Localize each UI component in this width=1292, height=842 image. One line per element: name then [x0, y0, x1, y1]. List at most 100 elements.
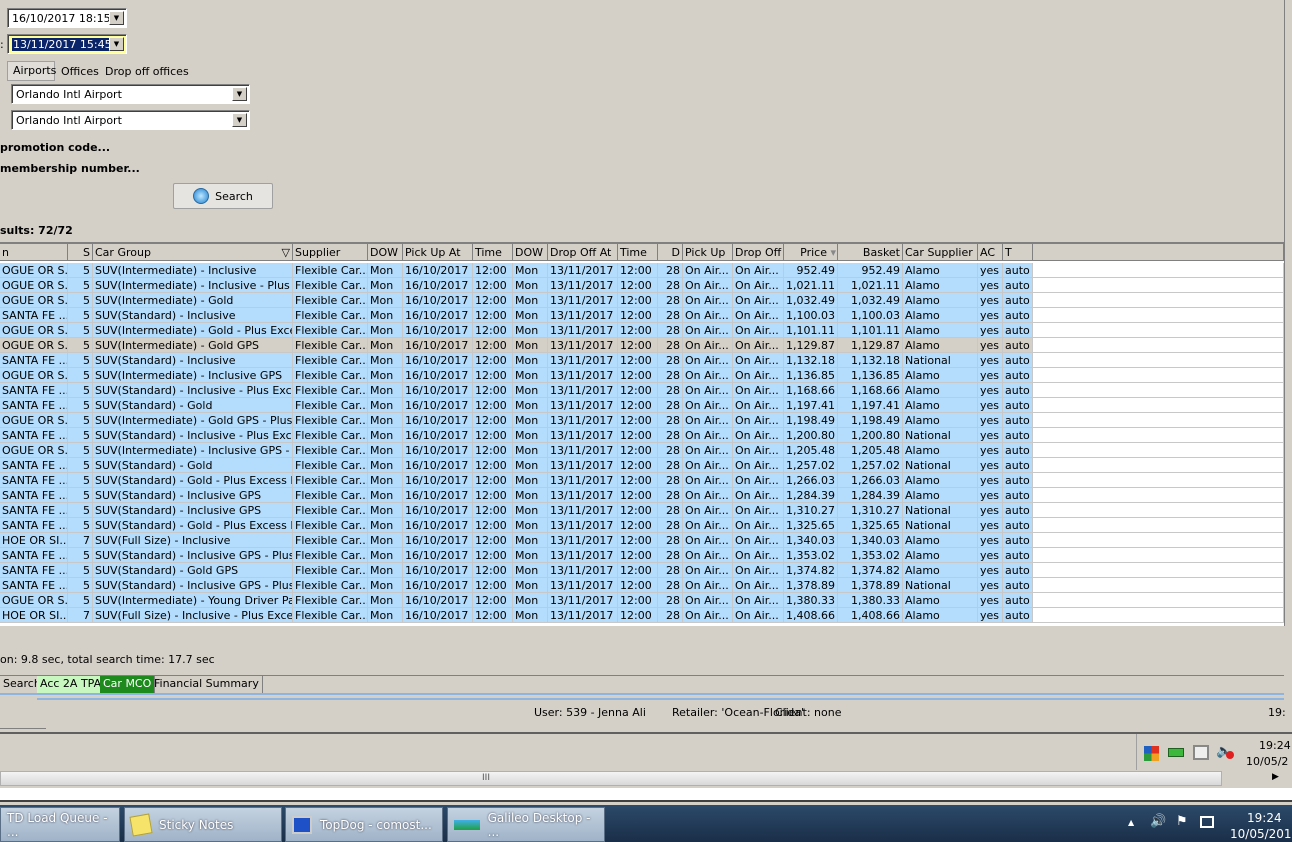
table-row[interactable]: OGUE OR S... 5 SUV(Intermediate) - Gold GP… — [0, 413, 1284, 428]
divider — [1136, 734, 1137, 770]
tab-airports[interactable]: Airports — [7, 61, 56, 81]
table-row[interactable]: SANTA FE ... 5 SUV(Standard) - Gold Flexibl… — [0, 398, 1284, 413]
column-header-dropoff-location[interactable]: Drop Off — [733, 244, 784, 261]
table-row[interactable]: OGUE OR S... 5 SUV(Intermediate) - Gold GP… — [0, 338, 1284, 353]
tab-drop-off-offices[interactable]: Drop off offices — [105, 65, 189, 78]
column-header-supplier[interactable]: Supplier — [293, 244, 368, 261]
cell-car-supplier: Alamo — [903, 308, 978, 323]
tab-financial-summary[interactable]: Financial Summary — [151, 676, 263, 693]
table-row[interactable]: OGUE OR S... 5 SUV(Intermediate) - Gold Fle… — [0, 293, 1284, 308]
search-icon — [193, 188, 210, 204]
scroll-right-arrow-icon[interactable]: ▶ — [1272, 772, 1279, 782]
network-card-icon[interactable] — [1168, 748, 1184, 757]
dropoff-datetime-field[interactable]: 13/11/2017 15:45 ▼ — [7, 34, 127, 54]
table-row[interactable]: OGUE OR S... 5 SUV(Intermediate) - Young D… — [0, 593, 1284, 608]
pickup-datetime-field[interactable]: 16/10/2017 18:15 ▼ — [7, 8, 127, 28]
table-row[interactable]: OGUE OR S... 5 SUV(Intermediate) - Inclusi… — [0, 443, 1284, 458]
column-header-dropoff-time[interactable]: Time — [618, 244, 658, 261]
cell-dropoff-time: 12:00 — [618, 323, 658, 338]
table-row[interactable]: SANTA FE ... 5 SUV(Standard) - Inclusive -… — [0, 428, 1284, 443]
column-header-basket[interactable]: Basket — [838, 244, 903, 261]
column-header-price[interactable]: Price ▾ — [784, 244, 838, 261]
column-header-dropoff-date[interactable]: Drop Off At — [548, 244, 618, 261]
membership-number-link[interactable]: membership number... — [0, 162, 140, 175]
table-row[interactable]: SANTA FE ... 5 SUV(Standard) - Inclusive G… — [0, 488, 1284, 503]
cell-pickup-date: 16/10/2017 — [403, 368, 473, 383]
horizontal-scrollbar-thumb[interactable]: III — [0, 771, 1222, 786]
taskbar-item-galileo[interactable]: Galileo Desktop - ... — [447, 807, 605, 842]
volume-icon[interactable]: 🔊 — [1150, 814, 1166, 829]
cell-dropoff-time: 12:00 — [618, 608, 658, 623]
cell-dropoff-location: On Air... — [733, 353, 784, 368]
column-header-car-supplier[interactable]: Car Supplier — [903, 244, 978, 261]
tab-acc-2a-tpa[interactable]: Acc 2A TPA — [37, 676, 106, 693]
pickup-location-select[interactable]: Orlando Intl Airport ▼ — [11, 84, 250, 104]
chevron-down-icon[interactable]: ▼ — [232, 87, 247, 101]
column-header-car-group[interactable]: Car Group ▽ — [93, 244, 293, 261]
cell-seats: 5 — [68, 443, 93, 458]
table-row[interactable]: SANTA FE ... 5 SUV(Standard) - Inclusive Fl… — [0, 308, 1284, 323]
column-header-ac[interactable]: AC — [978, 244, 1003, 261]
cell-ac: yes — [978, 308, 1003, 323]
promotion-code-link[interactable]: promotion code... — [0, 141, 110, 154]
taskbar-item-topdog[interactable]: TopDog - comost... — [285, 807, 443, 842]
cell-basket: 1,200.80 — [838, 428, 903, 443]
cell-basket: 1,032.49 — [838, 293, 903, 308]
cell-car-supplier: National — [903, 428, 978, 443]
cell-pickup-dow: Mon — [368, 383, 403, 398]
table-row[interactable]: SANTA FE ... 5 SUV(Standard) - Inclusive G… — [0, 548, 1284, 563]
table-row[interactable]: SANTA FE ... 5 SUV(Standard) - Gold - Plus… — [0, 518, 1284, 533]
clock-date[interactable]: 10/05/2017 — [1230, 827, 1292, 841]
cell-pickup-time: 12:00 — [473, 278, 513, 293]
table-row[interactable]: HOE OR SI... 7 SUV(Full Size) - Inclusive F… — [0, 533, 1284, 548]
tab-offices[interactable]: Offices — [61, 65, 99, 78]
show-hidden-icons-icon[interactable]: ▲ — [1128, 818, 1134, 827]
column-header-name[interactable]: n — [0, 244, 68, 261]
cell-pickup-time: 12:00 — [473, 593, 513, 608]
cell-filler — [1033, 278, 1284, 293]
chevron-down-icon[interactable]: ▼ — [109, 11, 124, 25]
cell-pickup-time: 12:00 — [473, 488, 513, 503]
cell-pickup-dow: Mon — [368, 533, 403, 548]
table-row[interactable]: SANTA FE ... 5 SUV(Standard) - Gold GPS Fle… — [0, 563, 1284, 578]
column-header-pickup-time[interactable]: Time — [473, 244, 513, 261]
taskbar-item-sticky-notes[interactable]: Sticky Notes — [124, 807, 282, 842]
antivirus-icon[interactable] — [1144, 746, 1159, 761]
tab-car-mco[interactable]: Car MCO — [100, 676, 156, 693]
chevron-down-icon[interactable]: ▼ — [109, 37, 124, 51]
table-row[interactable]: SANTA FE ... 5 SUV(Standard) - Gold Flexibl… — [0, 458, 1284, 473]
column-header-transmission[interactable]: T — [1003, 244, 1033, 261]
table-row[interactable]: SANTA FE ... 5 SUV(Standard) - Inclusive -… — [0, 383, 1284, 398]
table-row[interactable]: OGUE OR S... 5 SUV(Intermediate) - Gold - … — [0, 323, 1284, 338]
table-row[interactable]: HOE OR SI... 7 SUV(Full Size) - Inclusive … — [0, 608, 1284, 623]
search-button[interactable]: Search — [173, 183, 273, 209]
cell-pickup-time: 12:00 — [473, 338, 513, 353]
action-center-flag-icon[interactable]: ⚑ — [1176, 814, 1188, 829]
table-row[interactable]: SANTA FE ... 5 SUV(Standard) - Gold - Plus… — [0, 473, 1284, 488]
cell-dropoff-dow: Mon — [513, 413, 548, 428]
cell-dropoff-dow: Mon — [513, 323, 548, 338]
column-header-dropoff-dow[interactable]: DOW — [513, 244, 548, 261]
cell-seats: 5 — [68, 323, 93, 338]
column-header-days[interactable]: D — [658, 244, 683, 261]
network-icon[interactable] — [1193, 745, 1209, 760]
cell-dropoff-time: 12:00 — [618, 293, 658, 308]
dropoff-location-select[interactable]: Orlando Intl Airport ▼ — [11, 110, 250, 130]
column-header-pickup-dow[interactable]: DOW — [368, 244, 403, 261]
table-row[interactable]: SANTA FE ... 5 SUV(Standard) - Inclusive G… — [0, 503, 1284, 518]
column-header-pickup-date[interactable]: Pick Up At — [403, 244, 473, 261]
table-row[interactable]: SANTA FE ... 5 SUV(Standard) - Inclusive G… — [0, 578, 1284, 593]
table-row[interactable]: OGUE OR S... 5 SUV(Intermediate) - Inclusi… — [0, 368, 1284, 383]
taskbar-item-td-load-queue[interactable]: TD Load Queue - ... — [0, 807, 120, 842]
clock-time[interactable]: 19:24 — [1247, 811, 1282, 825]
chevron-down-icon[interactable]: ▼ — [232, 113, 247, 127]
table-row[interactable]: OGUE OR S... 5 SUV(Intermediate) - Inclusi… — [0, 263, 1284, 278]
column-header-seats[interactable]: S — [68, 244, 93, 261]
filter-icon[interactable]: ▽ — [282, 244, 290, 260]
results-grid[interactable]: n S Car Group ▽ Supplier DOW Pick Up At Time DOW… — [0, 242, 1284, 626]
table-row[interactable]: SANTA FE ... 5 SUV(Standard) - Inclusive Fl… — [0, 353, 1284, 368]
column-header-pickup-location[interactable]: Pick Up — [683, 244, 733, 261]
table-row[interactable]: OGUE OR S... 5 SUV(Intermediate) - Inclusi… — [0, 278, 1284, 293]
network-icon[interactable] — [1200, 816, 1214, 828]
cell-name: SANTA FE ... — [0, 563, 68, 578]
